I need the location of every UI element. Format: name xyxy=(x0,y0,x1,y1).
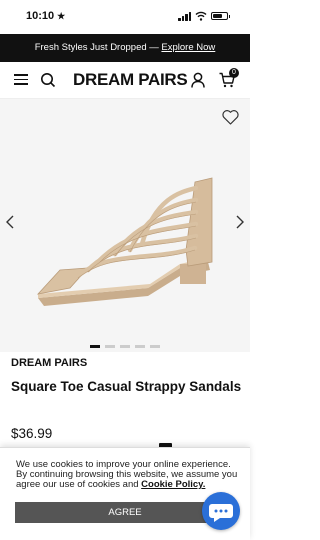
pagination-dot[interactable] xyxy=(105,345,115,348)
chevron-right-icon[interactable] xyxy=(235,214,245,230)
status-time: 10:10 ★ xyxy=(26,10,66,22)
pagination-dot[interactable] xyxy=(90,345,100,348)
search-icon[interactable] xyxy=(40,72,56,88)
gallery-pagination xyxy=(90,345,165,348)
cookie-policy-link[interactable]: Cookie Policy. xyxy=(141,479,205,490)
account-icon[interactable] xyxy=(191,72,205,88)
cookie-text: We use cookies to improve your online ex… xyxy=(16,460,240,490)
brand-logo[interactable]: DREAM PAIRS xyxy=(73,70,188,90)
product-brand[interactable]: DREAM PAIRS xyxy=(11,357,87,369)
wifi-icon xyxy=(195,11,207,21)
promo-bar: Fresh Styles Just Dropped — Explore Now xyxy=(0,34,250,62)
status-bar: 10:10 ★ xyxy=(0,0,250,34)
pagination-dot[interactable] xyxy=(135,345,145,348)
chat-bubble-icon xyxy=(209,504,233,522)
chevron-left-icon[interactable] xyxy=(5,214,15,230)
pagination-dot[interactable] xyxy=(150,345,160,348)
signal-icon xyxy=(178,12,192,21)
cart-count-badge: 0 xyxy=(229,68,239,78)
location-icon: ★ xyxy=(57,11,66,21)
explore-now-link[interactable]: Explore Now xyxy=(161,42,215,53)
wishlist-heart-icon[interactable] xyxy=(222,110,239,125)
pagination-dot[interactable] xyxy=(120,345,130,348)
battery-icon xyxy=(211,12,230,20)
promo-text: Fresh Styles Just Dropped — xyxy=(34,42,162,53)
site-header: DREAM PAIRS xyxy=(0,62,250,99)
menu-icon[interactable] xyxy=(14,74,28,85)
chat-button[interactable] xyxy=(202,492,240,530)
product-image xyxy=(36,177,213,306)
product-title: Square Toe Casual Strappy Sandals xyxy=(11,379,242,394)
product-price: $36.99 xyxy=(11,426,53,441)
